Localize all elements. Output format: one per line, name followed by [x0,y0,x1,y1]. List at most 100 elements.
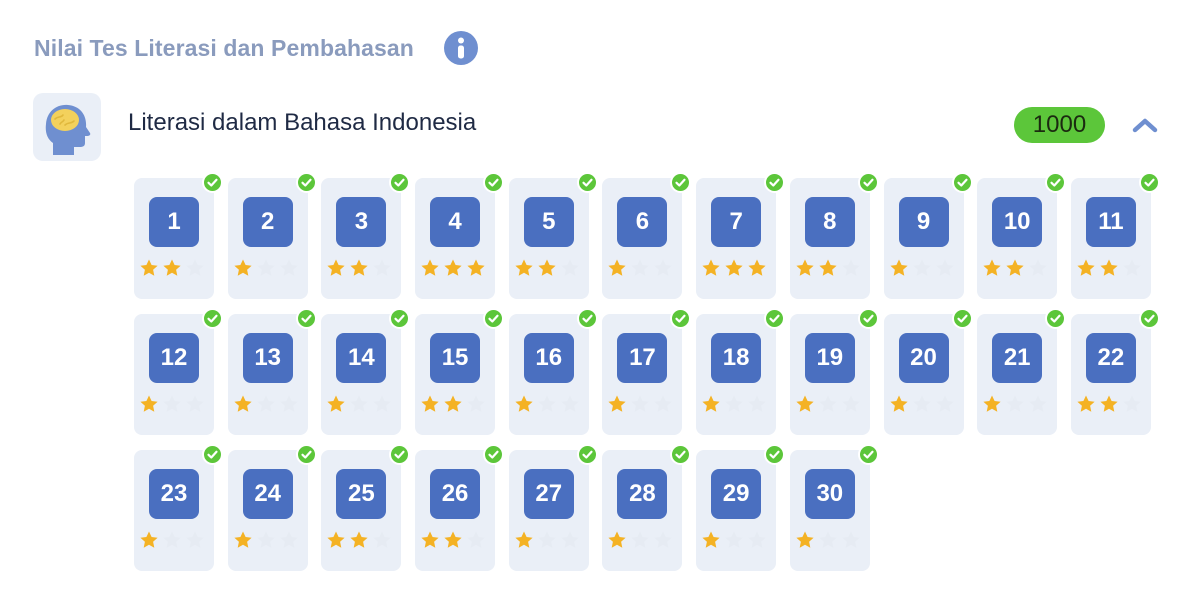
star-filled-icon [748,259,766,276]
star-filled-icon [702,395,720,412]
check-icon [1045,172,1067,193]
star-empty-icon [842,531,860,548]
subject-row[interactable]: Literasi dalam Bahasa Indonesia 1000 [33,93,1168,161]
star-empty-icon [654,259,673,276]
star-filled-icon [819,259,837,276]
question-card[interactable]: 21 [977,308,1067,435]
star-empty-icon [350,395,368,412]
question-card[interactable]: 7 [696,172,786,299]
question-card[interactable]: 28 [602,444,692,571]
check-icon [202,172,223,193]
star-filled-icon [983,395,1001,412]
question-card[interactable]: 24 [227,444,317,571]
question-number: 25 [336,469,387,519]
question-grid: 1 2 3 4 5 6 7 8 9 10 11 12 13 14 15 16 17 18 19 20 21 22 23 24 2… [134,172,1160,571]
question-number: 12 [149,333,199,383]
star-filled-icon [444,259,462,276]
star-rating [795,530,861,550]
star-rating [514,530,580,550]
question-card[interactable]: 1 [134,172,223,299]
star-filled-icon [234,531,252,548]
question-card[interactable]: 10 [977,172,1067,299]
star-empty-icon [257,531,275,548]
question-card[interactable]: 6 [602,172,692,299]
star-empty-icon [373,259,391,276]
star-filled-icon [796,531,814,548]
question-card[interactable]: 5 [508,172,598,299]
question-number: 14 [336,333,387,383]
chevron-up-icon[interactable] [1131,113,1159,137]
question-card[interactable]: 8 [789,172,879,299]
star-filled-icon [608,531,627,548]
star-rating [701,530,767,550]
star-filled-icon [889,395,908,412]
question-card[interactable]: 15 [415,308,505,435]
question-card[interactable]: 12 [134,308,223,435]
question-card[interactable]: 23 [134,444,223,571]
question-card[interactable]: 18 [696,308,786,435]
question-number: 4 [430,197,481,247]
question-card[interactable]: 2 [227,172,317,299]
star-filled-icon [350,531,368,548]
question-card[interactable]: 11 [1070,172,1160,299]
question-number: 1 [149,197,199,247]
star-empty-icon [280,531,298,548]
question-card[interactable]: 13 [227,308,317,435]
star-empty-icon [1006,395,1024,412]
question-card[interactable]: 27 [508,444,598,571]
question-card[interactable]: 17 [602,308,692,435]
star-rating [701,394,767,414]
question-card[interactable]: 25 [321,444,411,571]
star-empty-icon [538,531,556,548]
question-card[interactable]: 4 [415,172,505,299]
star-rating [514,394,580,414]
question-number: 7 [711,197,762,247]
question-card[interactable]: 19 [789,308,879,435]
star-filled-icon [421,531,439,548]
check-icon [857,444,879,465]
star-filled-icon [515,531,533,548]
check-icon [670,444,692,465]
star-empty-icon [631,259,650,276]
star-empty-icon [842,395,860,412]
question-card[interactable]: 14 [321,308,411,435]
star-empty-icon [1123,395,1141,412]
question-number: 3 [336,197,387,247]
check-icon [483,308,505,329]
question-card[interactable]: 20 [883,308,973,435]
question-card[interactable]: 30 [789,444,879,571]
check-icon [857,172,879,193]
star-filled-icon [467,259,485,276]
question-card[interactable]: 16 [508,308,598,435]
check-icon [483,172,505,193]
score-badge: 1000 [1014,107,1105,143]
check-icon [764,172,786,193]
star-filled-icon [444,395,462,412]
question-card[interactable]: 22 [1070,308,1160,435]
question-card[interactable]: 29 [696,444,786,571]
check-icon [670,308,692,329]
star-filled-icon [702,531,720,548]
question-number: 5 [523,197,574,247]
star-empty-icon [725,395,743,412]
star-empty-icon [280,259,298,276]
star-rating [607,258,673,278]
star-empty-icon [912,259,931,276]
question-number: 11 [1085,197,1136,247]
star-empty-icon [842,259,860,276]
star-filled-icon [350,259,368,276]
question-card[interactable]: 26 [415,444,505,571]
star-empty-icon [725,531,743,548]
check-icon [483,444,505,465]
star-rating [326,258,392,278]
question-card[interactable]: 9 [883,172,973,299]
star-empty-icon [748,531,766,548]
info-icon[interactable] [443,30,479,66]
question-number: 29 [711,469,762,519]
star-empty-icon [561,259,579,276]
star-empty-icon [257,395,275,412]
question-card[interactable]: 3 [321,172,411,299]
star-filled-icon [538,259,556,276]
star-empty-icon [561,395,579,412]
star-filled-icon [1006,259,1024,276]
